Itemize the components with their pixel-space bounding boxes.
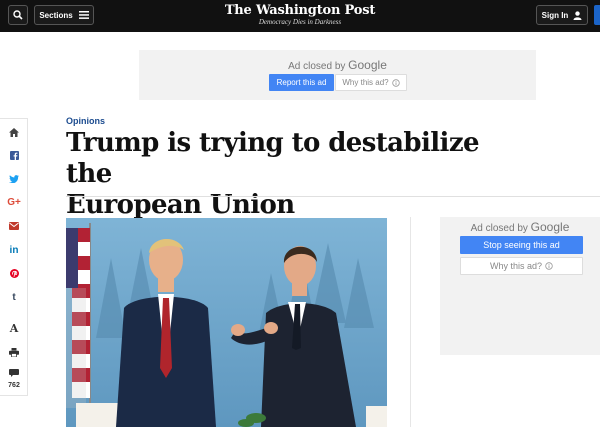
right-why-this-ad-label: Why this ad? [489, 261, 543, 271]
pinterest-icon [9, 268, 19, 278]
home-button[interactable] [0, 122, 28, 142]
email-share-button[interactable] [0, 216, 28, 236]
facebook-icon [9, 150, 19, 160]
text-size-button[interactable]: A [0, 318, 28, 338]
why-this-ad-button[interactable]: Why this ad? [335, 74, 407, 91]
top-ad-slot: Ad closed by Google Report this ad Why t… [139, 50, 536, 100]
google-plus-icon: G+ [7, 196, 21, 208]
right-info-icon [545, 262, 553, 270]
stop-seeing-ad-button[interactable]: Stop seeing this ad [460, 236, 583, 254]
stop-seeing-ad-label: Stop seeing this ad [483, 240, 560, 250]
linkedin-icon: in [9, 244, 19, 256]
print-button[interactable] [0, 342, 28, 362]
brand-tagline: Democracy Dies in Darkness [258, 18, 342, 26]
brand-name: The Washington Post [224, 3, 376, 18]
google-logo-text: Google [348, 58, 387, 72]
google-plus-share-button[interactable]: G+ [0, 192, 28, 212]
twitter-share-button[interactable] [0, 169, 28, 189]
right-google-logo-text: Google [530, 220, 570, 234]
search-icon [13, 10, 23, 20]
right-ad-closed-message: Ad closed by Google [440, 220, 600, 234]
ad-closed-text: Ad closed by [288, 61, 346, 72]
info-icon [391, 78, 400, 87]
user-icon [573, 10, 582, 20]
email-icon [9, 222, 19, 230]
sections-button[interactable]: Sections [34, 5, 94, 25]
search-button[interactable] [8, 5, 28, 25]
section-kicker[interactable]: Opinions [66, 116, 105, 126]
ad-closed-message: Ad closed by Google [139, 58, 536, 72]
top-navigation-bar: Sections The Washington Post Democracy D… [0, 0, 600, 32]
article-headline: Trump is trying to destabilize the Europ… [66, 128, 486, 221]
pinterest-share-button[interactable] [0, 263, 28, 283]
comments-button[interactable] [0, 366, 28, 380]
sign-in-label: Sign In [541, 10, 569, 20]
site-logo[interactable]: The Washington Post Democracy Dies in Da… [200, 4, 400, 27]
right-ad-closed-text: Ad closed by [470, 223, 528, 234]
linkedin-share-button[interactable]: in [0, 240, 28, 260]
share-rail: G+ in t A 762 [0, 118, 28, 396]
sections-label: Sections [39, 10, 73, 20]
sign-in-button[interactable]: Sign In [536, 5, 588, 25]
text-size-icon: A [9, 321, 19, 335]
right-why-this-ad-button[interactable]: Why this ad? [460, 257, 583, 275]
comments-count: 762 [8, 382, 20, 389]
tumblr-share-button[interactable]: t [0, 287, 28, 307]
lead-photo[interactable] [66, 218, 387, 427]
why-this-ad-label: Why this ad? [342, 78, 389, 87]
facebook-share-button[interactable] [0, 145, 28, 165]
headline-line-2: European Union [66, 190, 295, 220]
right-ad-slot: Ad closed by Google Stop seeing this ad … [440, 217, 600, 355]
twitter-icon [9, 175, 19, 183]
report-ad-label: Report this ad [276, 78, 327, 87]
print-icon [9, 347, 19, 357]
headline-divider [66, 196, 600, 197]
hamburger-icon [78, 11, 89, 19]
subscribe-tab[interactable] [594, 5, 600, 25]
tumblr-icon: t [12, 291, 16, 303]
headline-line-1: Trump is trying to destabilize the [66, 128, 480, 189]
column-divider [410, 217, 411, 427]
comments-icon [9, 369, 19, 377]
report-ad-button[interactable]: Report this ad [269, 74, 334, 91]
home-icon [9, 127, 19, 137]
